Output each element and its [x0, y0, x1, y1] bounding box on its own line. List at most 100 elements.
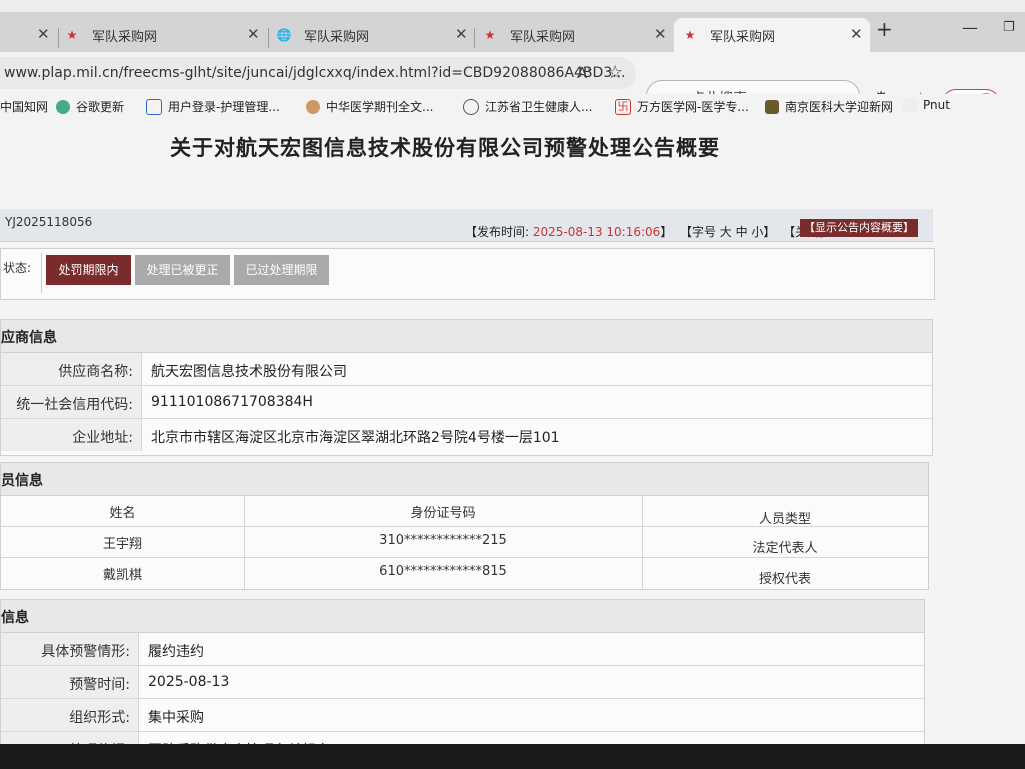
- tab-3[interactable]: ★ 军队采购网 ✕: [482, 18, 672, 52]
- field-value: 集中采购: [148, 710, 204, 726]
- table-row: 戴凯棋 610************815 授权代表: [1, 558, 928, 588]
- emblem-icon: [306, 99, 320, 114]
- tab-0[interactable]: ✕: [0, 18, 55, 52]
- field-label: 预警时间:: [69, 677, 130, 693]
- globe-favicon-icon: 🌐: [276, 28, 292, 42]
- column-header: 人员类型: [758, 512, 811, 527]
- status-expired[interactable]: 已过处理期限: [234, 255, 329, 285]
- section-header-bar: 应商信息: [1, 320, 932, 353]
- bookmark-item[interactable]: 江苏省卫生健康人...: [463, 98, 592, 115]
- address-bar[interactable]: www.plap.mil.cn/freecms-glht/site/juncai…: [0, 57, 636, 89]
- tab-4-active[interactable]: ★ 军队采购网 ✕: [674, 18, 870, 52]
- bookmark-item[interactable]: 中华医学期刊全文...: [306, 98, 433, 115]
- page-content: 关于对航天宏图信息技术股份有限公司预警处理公告概要 YJ2025118056 【…: [0, 124, 1025, 764]
- read-aloud-icon[interactable]: A»: [577, 64, 592, 82]
- column-header: 身份证号码: [410, 506, 476, 521]
- notice-info-bar: YJ2025118056 【发布时间: 2025-08-13 10:16:06】…: [0, 209, 933, 242]
- field-label: 具体预警情形:: [41, 644, 130, 660]
- health-icon: [463, 98, 479, 115]
- url-text: www.plap.mil.cn/freecms-glht/site/juncai…: [4, 65, 626, 81]
- star-favicon-icon: ★: [484, 28, 496, 42]
- person-id: 310************215: [379, 533, 507, 548]
- supplier-row: 统一社会信用代码: 91110108671708384H: [1, 386, 932, 419]
- field-label: 企业地址:: [72, 430, 133, 446]
- bookmark-item[interactable]: 南京医科大学迎新网: [765, 98, 893, 115]
- notice-code: YJ2025118056: [5, 215, 93, 229]
- shield-icon: [765, 99, 779, 114]
- bookmarks-bar: 中国知网 谷歌更新 用户登录-护理管理... 中华医学期刊全文... 江苏省卫生…: [0, 94, 1025, 124]
- tab-title: 军队采购网: [710, 29, 776, 45]
- person-name: 王宇翔: [102, 537, 142, 552]
- person-type: 授权代表: [758, 572, 811, 587]
- table-row: 王宇翔 310************215 法定代表人: [1, 527, 928, 558]
- info-row: 预警时间: 2025-08-13: [1, 666, 924, 699]
- bookmark-item[interactable]: 卐万方医学网-医学专...: [615, 98, 749, 115]
- field-value: 北京市市辖区海淀区北京市海淀区翠湖北环路2号院4号楼一层101: [151, 430, 560, 446]
- tab-bar: ✕ ★ 军队采购网 ✕ 🌐 军队采购网 ✕ ★ 军队采购网 ✕ ★ 军队采购网 …: [0, 12, 1025, 52]
- font-size-control[interactable]: 【字号 大 中 小】: [680, 225, 775, 239]
- star-favicon-icon: ★: [684, 28, 696, 42]
- tab-title: 军队采购网: [304, 29, 370, 45]
- close-tab-icon[interactable]: ✕: [654, 25, 667, 43]
- field-value: 91110108671708384H: [151, 394, 313, 410]
- chrome-icon: [56, 99, 70, 114]
- status-panel: 状态: 处罚期限内 处理已被更正 已过处理期限: [0, 248, 935, 300]
- supplier-section-title: 应商信息: [1, 330, 57, 346]
- tab-separator: [58, 28, 59, 48]
- star-favicon-icon: ★: [66, 28, 78, 42]
- tab-2[interactable]: 🌐 军队采购网 ✕: [276, 18, 472, 52]
- bookmark-item[interactable]: 用户登录-护理管理...: [146, 98, 280, 115]
- close-tab-icon[interactable]: ✕: [850, 25, 863, 43]
- show-summary-button[interactable]: 【显示公告内容概要】: [800, 219, 918, 237]
- field-value: 2025-08-13: [148, 674, 230, 690]
- supplier-section: 应商信息 供应商名称: 航天宏图信息技术股份有限公司 统一社会信用代码: 911…: [0, 319, 933, 456]
- tab-title: 军队采购网: [510, 29, 576, 45]
- section-header-bar: 员信息: [1, 463, 928, 496]
- section-header-bar: 信息: [1, 600, 924, 633]
- person-name: 戴凯棋: [102, 568, 142, 583]
- close-tab-icon[interactable]: ✕: [247, 25, 260, 43]
- page-icon: [903, 98, 917, 112]
- tab-1[interactable]: ★ 军队采购网 ✕: [64, 18, 264, 52]
- wanfang-icon: 卐: [615, 98, 631, 115]
- info-row: 具体预警情形: 履约违约: [1, 633, 924, 666]
- warning-section-title: 信息: [1, 610, 29, 626]
- status-in-penalty[interactable]: 处罚期限内: [46, 255, 131, 285]
- restore-icon[interactable]: ❐: [1003, 20, 1015, 35]
- close-tab-icon[interactable]: ✕: [455, 25, 468, 43]
- tab-separator: [474, 28, 475, 48]
- address-toolbar: www.plap.mil.cn/freecms-glht/site/juncai…: [0, 52, 1025, 94]
- field-value: 履约违约: [148, 644, 204, 660]
- taskbar: [0, 744, 1025, 769]
- field-label: 组织形式:: [69, 710, 130, 726]
- bookmark-item[interactable]: 中国知网: [0, 98, 48, 115]
- supplier-row: 企业地址: 北京市市辖区海淀区北京市海淀区翠湖北环路2号院4号楼一层101: [1, 419, 932, 451]
- person-id: 610************815: [379, 564, 507, 579]
- table-header-row: 姓名 身份证号码 人员类型: [1, 496, 928, 527]
- personnel-section-title: 员信息: [1, 473, 43, 489]
- favorite-star-icon[interactable]: ☆: [607, 62, 623, 83]
- field-value: 航天宏图信息技术股份有限公司: [151, 364, 347, 380]
- tab-title: 军队采购网: [92, 29, 158, 45]
- bookmark-item[interactable]: Pnut: [903, 98, 950, 112]
- close-tab-icon[interactable]: ✕: [37, 25, 50, 43]
- field-label: 统一社会信用代码:: [16, 397, 133, 413]
- status-label: 状态:: [3, 261, 32, 275]
- tab-separator: [268, 28, 269, 48]
- divider: [41, 253, 42, 293]
- new-tab-button[interactable]: +: [876, 17, 893, 41]
- status-corrected[interactable]: 处理已被更正: [135, 255, 230, 285]
- bookmark-item[interactable]: 谷歌更新: [56, 98, 124, 115]
- person-type: 法定代表人: [752, 541, 818, 556]
- field-label: 供应商名称:: [58, 364, 133, 380]
- publish-date: 2025-08-13 10:16:06: [532, 225, 661, 239]
- column-header: 姓名: [109, 506, 136, 521]
- browser-window: ✕ ★ 军队采购网 ✕ 🌐 军队采购网 ✕ ★ 军队采购网 ✕ ★ 军队采购网 …: [0, 0, 1025, 769]
- page-title: 关于对航天宏图信息技术股份有限公司预警处理公告概要: [170, 136, 720, 160]
- minimize-icon[interactable]: —: [962, 18, 978, 37]
- info-row: 组织形式: 集中采购: [1, 699, 924, 732]
- cloud-icon: [146, 98, 162, 115]
- warning-section: 信息 具体预警情形: 履约违约 预警时间: 2025-08-13 组织形式: 集…: [0, 599, 925, 764]
- personnel-section: 员信息 姓名 身份证号码 人员类型 王宇翔 310************215…: [0, 462, 929, 590]
- supplier-row: 供应商名称: 航天宏图信息技术股份有限公司: [1, 353, 932, 386]
